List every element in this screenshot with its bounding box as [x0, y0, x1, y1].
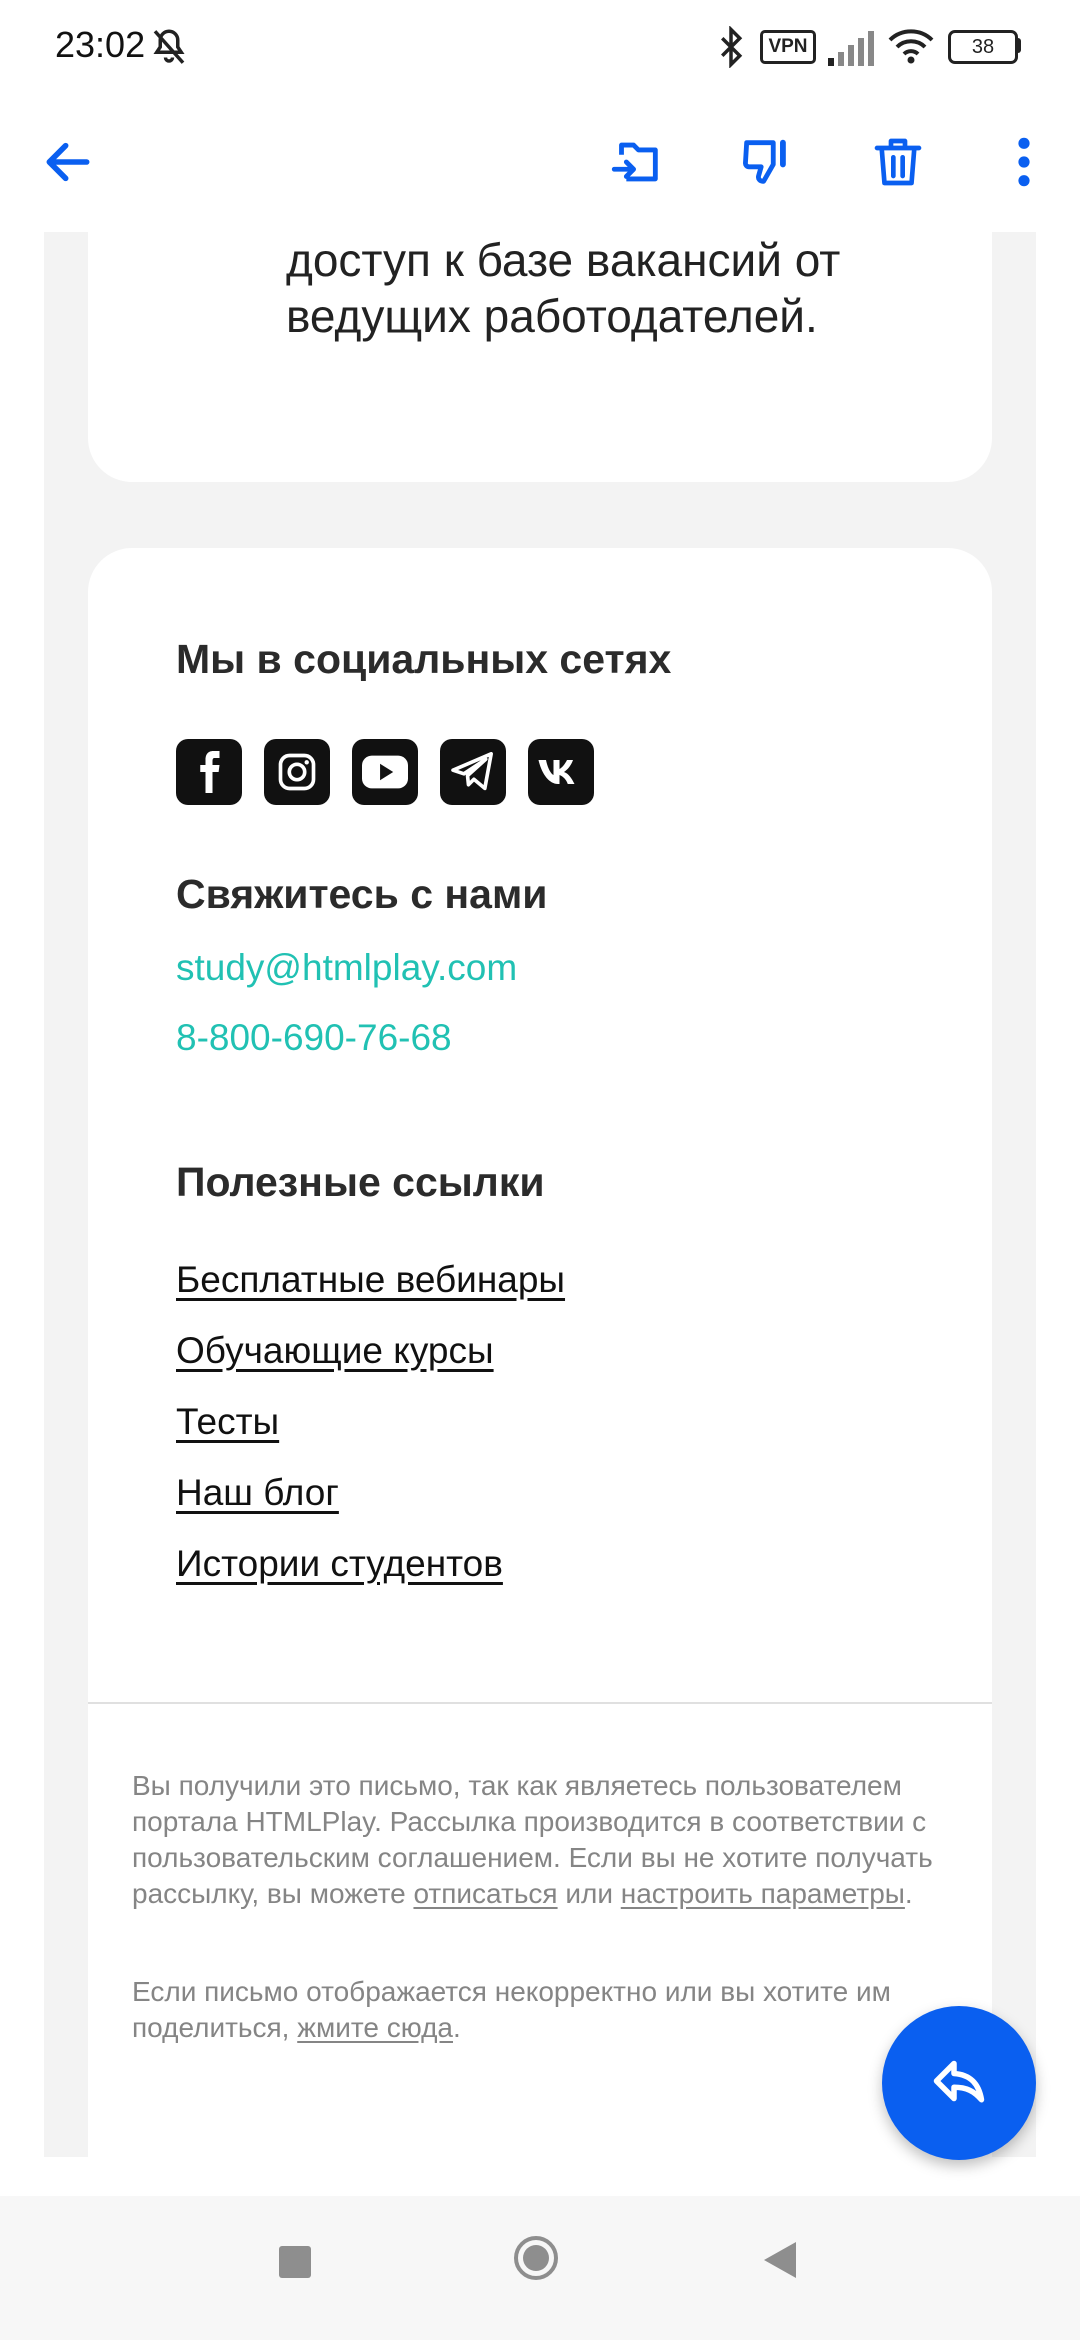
- battery-indicator: 38: [948, 30, 1018, 64]
- facebook-icon[interactable]: [176, 739, 242, 805]
- recents-square-icon[interactable]: [279, 2246, 311, 2278]
- delete-button[interactable]: [860, 126, 936, 202]
- home-circle-icon[interactable]: [514, 2236, 558, 2280]
- footer-notice-end: .: [904, 1878, 913, 1909]
- contact-phone-link[interactable]: 8-800-690-76-68: [176, 1017, 452, 1059]
- reply-button[interactable]: [882, 2006, 1036, 2160]
- move-button[interactable]: [598, 126, 674, 202]
- footer-share-notice: Если письмо отображается некорректно или…: [132, 1974, 962, 2046]
- link-blog[interactable]: Наш блог: [176, 1472, 339, 1514]
- link-student-stories[interactable]: Истории студентов: [176, 1543, 503, 1585]
- footer-notice: Вы получили это письмо, так как являетес…: [132, 1768, 962, 1912]
- link-webinars[interactable]: Бесплатные вебинары: [176, 1259, 565, 1301]
- back-arrow-icon: [40, 134, 96, 195]
- spam-icon: [737, 133, 795, 196]
- move-to-folder-icon: [607, 133, 665, 196]
- battery-tip: [1016, 38, 1021, 53]
- bluetooth-icon: [714, 25, 748, 73]
- youtube-icon[interactable]: [352, 739, 418, 805]
- click-here-link[interactable]: жмите сюда: [297, 2012, 453, 2043]
- intro-card: доступ к базе вакансий от ведущих работо…: [88, 232, 992, 482]
- links-heading: Полезные ссылки: [176, 1159, 545, 1205]
- system-nav-bar: [0, 2196, 1080, 2340]
- status-time: 23:02: [55, 24, 146, 65]
- unsubscribe-link[interactable]: отписаться: [413, 1878, 557, 1909]
- link-courses[interactable]: Обучающие курсы: [176, 1330, 494, 1372]
- contact-heading: Свяжитесь с нами: [176, 871, 548, 917]
- instagram-icon[interactable]: [264, 739, 330, 805]
- settings-link[interactable]: настроить параметры: [621, 1878, 905, 1909]
- vk-icon[interactable]: [528, 739, 594, 805]
- reply-icon: [929, 2051, 989, 2116]
- email-toolbar: [0, 96, 1080, 232]
- back-triangle-icon[interactable]: [762, 2240, 798, 2285]
- intro-text: доступ к базе вакансий от ведущих работо…: [286, 234, 841, 342]
- footer-card: Мы в социальных сетях Свяжитесь с нами s…: [88, 548, 992, 2157]
- spam-button[interactable]: [728, 126, 804, 202]
- wifi-icon: [888, 28, 934, 69]
- telegram-icon[interactable]: [440, 739, 506, 805]
- back-button[interactable]: [30, 126, 106, 202]
- status-bar: 23:02 VPN 38: [0, 0, 1080, 96]
- vpn-badge: VPN: [760, 30, 816, 64]
- footer-divider: [88, 1702, 992, 1704]
- social-heading: Мы в социальных сетях: [176, 636, 672, 682]
- contact-email-link[interactable]: study@htmlplay.com: [176, 947, 517, 989]
- muted-bell-icon: [148, 26, 190, 73]
- signal-icon: [826, 30, 876, 71]
- trash-icon: [870, 134, 926, 195]
- link-tests[interactable]: Тесты: [176, 1401, 279, 1443]
- footer-share-text: Если письмо отображается некорректно или…: [132, 1976, 891, 2043]
- footer-share-end: .: [453, 2012, 461, 2043]
- footer-notice-mid: или: [557, 1878, 621, 1909]
- more-button[interactable]: [986, 126, 1062, 202]
- social-icons: [176, 739, 594, 805]
- more-vertical-icon: [1004, 134, 1044, 195]
